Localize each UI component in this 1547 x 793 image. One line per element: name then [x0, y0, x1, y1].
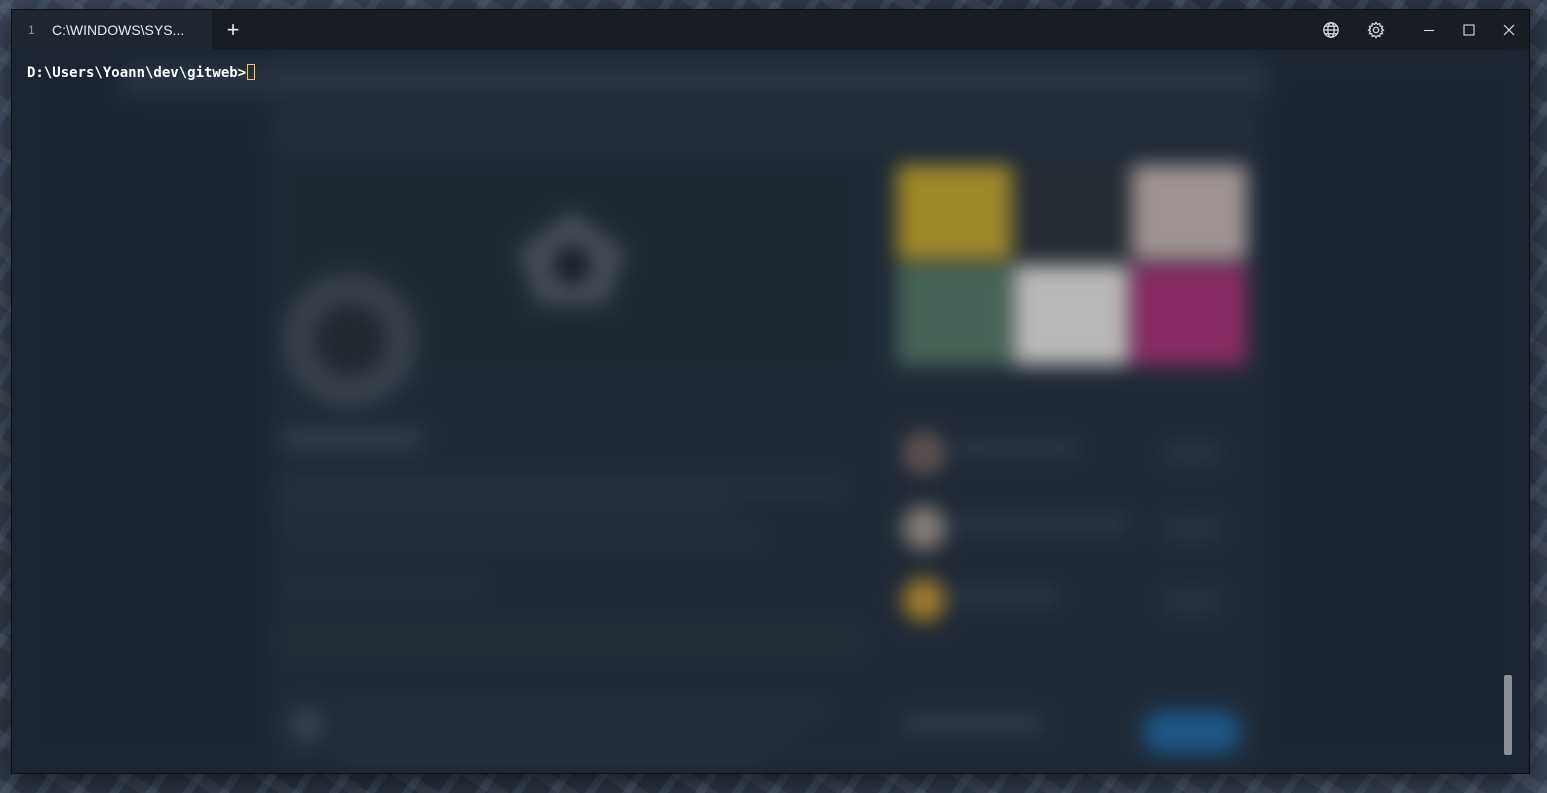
gear-icon[interactable] — [1367, 21, 1385, 39]
close-icon[interactable] — [1499, 20, 1519, 40]
terminal-window: 1 C:\WINDOWS\SYS... + D:\Users\Yoann\dev… — [12, 10, 1529, 773]
terminal-content[interactable]: D:\Users\Yoann\dev\gitweb> — [12, 50, 1529, 773]
maximize-icon[interactable] — [1459, 20, 1479, 40]
prompt-path: D:\Users\Yoann\dev\gitweb> — [27, 65, 247, 81]
minimize-icon[interactable] — [1419, 20, 1439, 40]
new-tab-button[interactable]: + — [220, 18, 246, 42]
tab-active[interactable]: 1 C:\WINDOWS\SYS... — [12, 10, 212, 50]
globe-icon[interactable] — [1322, 21, 1340, 39]
command-prompt[interactable]: D:\Users\Yoann\dev\gitweb> — [27, 64, 256, 81]
title-bar[interactable]: 1 C:\WINDOWS\SYS... + — [12, 10, 1529, 50]
text-cursor — [247, 64, 256, 80]
tab-title: C:\WINDOWS\SYS... — [52, 22, 185, 38]
blurred-background — [12, 50, 1529, 773]
scrollbar-thumb[interactable] — [1504, 675, 1512, 755]
tab-index: 1 — [28, 23, 35, 37]
